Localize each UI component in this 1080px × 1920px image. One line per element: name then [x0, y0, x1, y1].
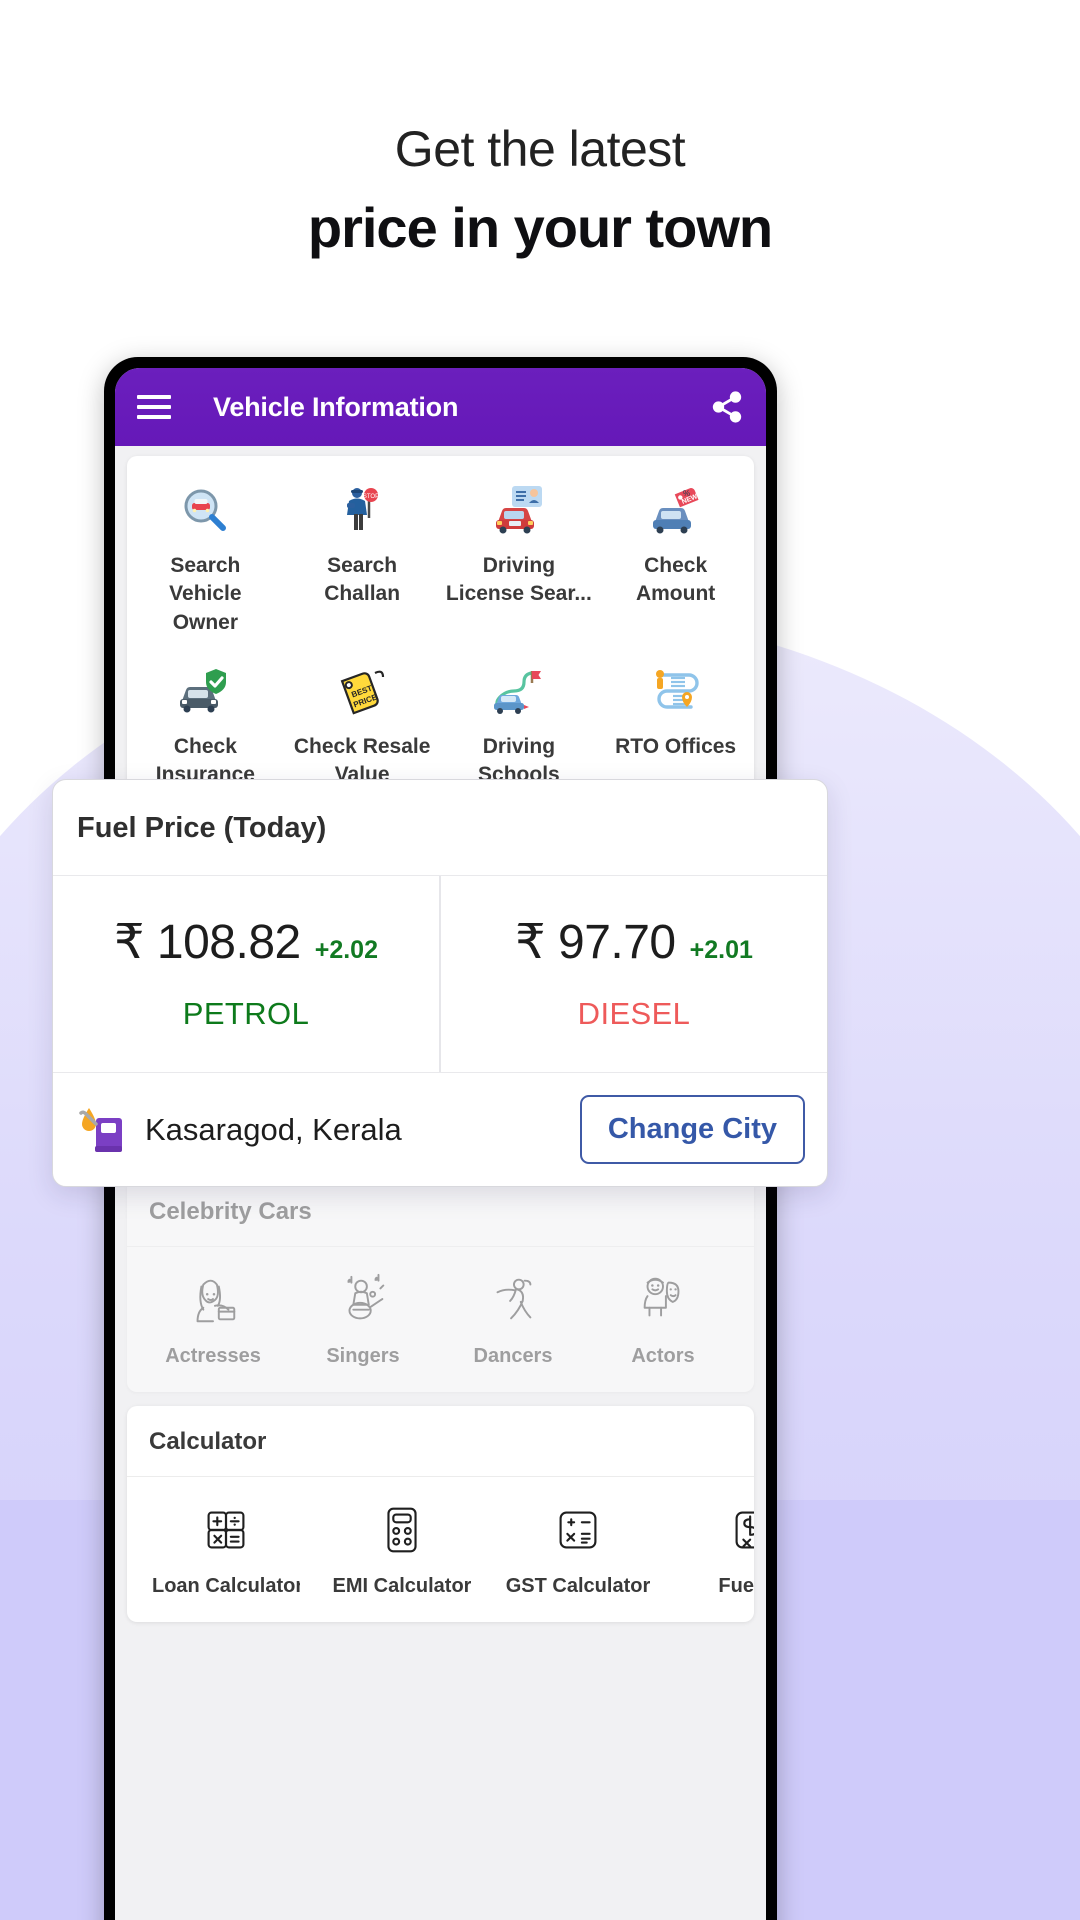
tile-loan-calculator[interactable]: Loan Calculator: [141, 1497, 311, 1604]
tile-gst-calculator[interactable]: GST Calculator: [493, 1497, 663, 1604]
services-grid: Search Vehicle Owner STOP Search Challan…: [127, 456, 754, 814]
celebrity-cars-card: Celebrity Cars Actresses Singers Dancers…: [127, 1175, 754, 1392]
tile-singers[interactable]: Singers: [291, 1267, 435, 1374]
petrol-price-line: ₹ 108.82 +2.02: [63, 914, 429, 970]
diesel-label: DIESEL: [577, 996, 691, 1031]
tile-emi-calculator[interactable]: EMI Calculator: [317, 1497, 487, 1604]
services-card: Search Vehicle Owner STOP Search Challan…: [127, 456, 754, 814]
petrol-price-column[interactable]: ₹ 108.82 +2.02 PETROL: [53, 876, 439, 1072]
petrol-label: PETROL: [182, 996, 310, 1031]
fuel-card-footer: Kasaragod, Kerala Change City: [53, 1073, 827, 1186]
headline-line-2: price in your town: [307, 195, 773, 259]
tile-label: Check Amount: [635, 554, 716, 606]
petrol-price-delta: +2.02: [314, 936, 378, 964]
emi-calculator-icon: [387, 1507, 417, 1553]
petrol-price-value: ₹ 108.82: [114, 914, 301, 970]
tile-label: Search Challan: [324, 554, 401, 606]
loan-calculator-icon: [207, 1511, 245, 1549]
tile-label: EMI Calculator: [332, 1574, 472, 1597]
best-price-tag-icon: BEST PRICE: [335, 663, 389, 721]
diesel-price-value: ₹ 97.70: [515, 914, 676, 970]
tile-label: Loan Calculator: [152, 1574, 300, 1597]
promo-headline: Get the latest price in your town: [0, 118, 1080, 263]
car-magnifier-icon: [178, 482, 232, 540]
tile-actresses[interactable]: Actresses: [141, 1267, 285, 1374]
tile-label: Dancers: [473, 1344, 553, 1367]
diesel-price-delta: +2.01: [689, 936, 753, 964]
diesel-price-number: 97.70: [558, 916, 676, 969]
tile-check-amount[interactable]: NEW % Check Amount: [597, 472, 754, 653]
gst-calculator-icon: [559, 1511, 597, 1549]
tile-search-challan[interactable]: STOP Search Challan: [284, 472, 441, 653]
actor-icon: [643, 1277, 680, 1317]
tile-label: Actors: [631, 1344, 695, 1367]
license-card-car-icon: [490, 482, 548, 540]
tile-label: GST Calculator: [505, 1574, 651, 1597]
car-shield-icon: [176, 663, 234, 721]
svg-text:STOP: STOP: [363, 494, 379, 500]
page-title: Vehicle Information: [213, 391, 459, 422]
fuel-city-name: Kasaragod, Kerala: [145, 1111, 402, 1147]
diesel-currency-symbol: ₹: [515, 916, 546, 969]
svg-text:%: %: [683, 489, 690, 498]
share-icon[interactable]: [710, 390, 744, 424]
office-route-icon: [647, 663, 705, 721]
hamburger-menu-icon[interactable]: [137, 395, 171, 419]
dancer-icon: [496, 1278, 532, 1320]
fuel-price-card: Fuel Price (Today) ₹ 108.82 +2.02 PETROL…: [52, 779, 828, 1187]
calculator-list[interactable]: Loan Calculator EMI Calculator GST Calcu…: [127, 1477, 754, 1622]
tile-sports-persons[interactable]: Sports Per: [741, 1267, 754, 1374]
celebrity-cars-list[interactable]: Actresses Singers Dancers Actors: [127, 1247, 754, 1392]
fuel-price-row: ₹ 108.82 +2.02 PETROL ₹ 97.70 +2.01 DIES…: [53, 876, 827, 1073]
diesel-price-line: ₹ 97.70 +2.01: [451, 914, 817, 970]
app-bar: Vehicle Information: [115, 368, 766, 446]
calculator-card: Calculator Loan Calculator EMI Calculato…: [127, 1405, 754, 1622]
car-price-tag-icon: NEW %: [647, 482, 705, 540]
tile-label: RTO Offices: [615, 735, 737, 759]
fuel-price-card-title: Fuel Price (Today): [53, 780, 827, 876]
tile-driving-license-search[interactable]: Driving License Sear...: [441, 472, 598, 653]
singer-icon: [347, 1273, 385, 1320]
change-city-button[interactable]: Change City: [579, 1095, 805, 1164]
petrol-currency-symbol: ₹: [114, 916, 145, 969]
tile-search-vehicle-owner[interactable]: Search Vehicle Owner: [127, 472, 284, 653]
tile-label: Driving License Sear...: [445, 554, 592, 606]
tile-label: Fuel Ex: [718, 1574, 754, 1597]
actress-icon: [196, 1279, 236, 1322]
calculator-title: Calculator: [127, 1406, 754, 1477]
tile-dancers[interactable]: Dancers: [441, 1267, 585, 1374]
headline-line-1: Get the latest: [394, 121, 686, 177]
fuel-pump-icon: [79, 1107, 122, 1152]
tile-fuel-expense-calculator[interactable]: Fuel Ex: [669, 1497, 754, 1604]
tile-actors[interactable]: Actors: [591, 1267, 735, 1374]
tile-label: Search Vehicle Owner: [169, 554, 242, 634]
diesel-price-column[interactable]: ₹ 97.70 +2.01 DIESEL: [439, 876, 827, 1072]
traffic-police-icon: STOP: [335, 482, 389, 540]
fuel-expense-calculator-icon: [735, 1511, 754, 1549]
tile-label: Singers: [326, 1344, 400, 1367]
tile-label: Actresses: [165, 1344, 261, 1367]
car-route-flag-icon: [490, 663, 548, 721]
petrol-price-number: 108.82: [156, 916, 301, 969]
